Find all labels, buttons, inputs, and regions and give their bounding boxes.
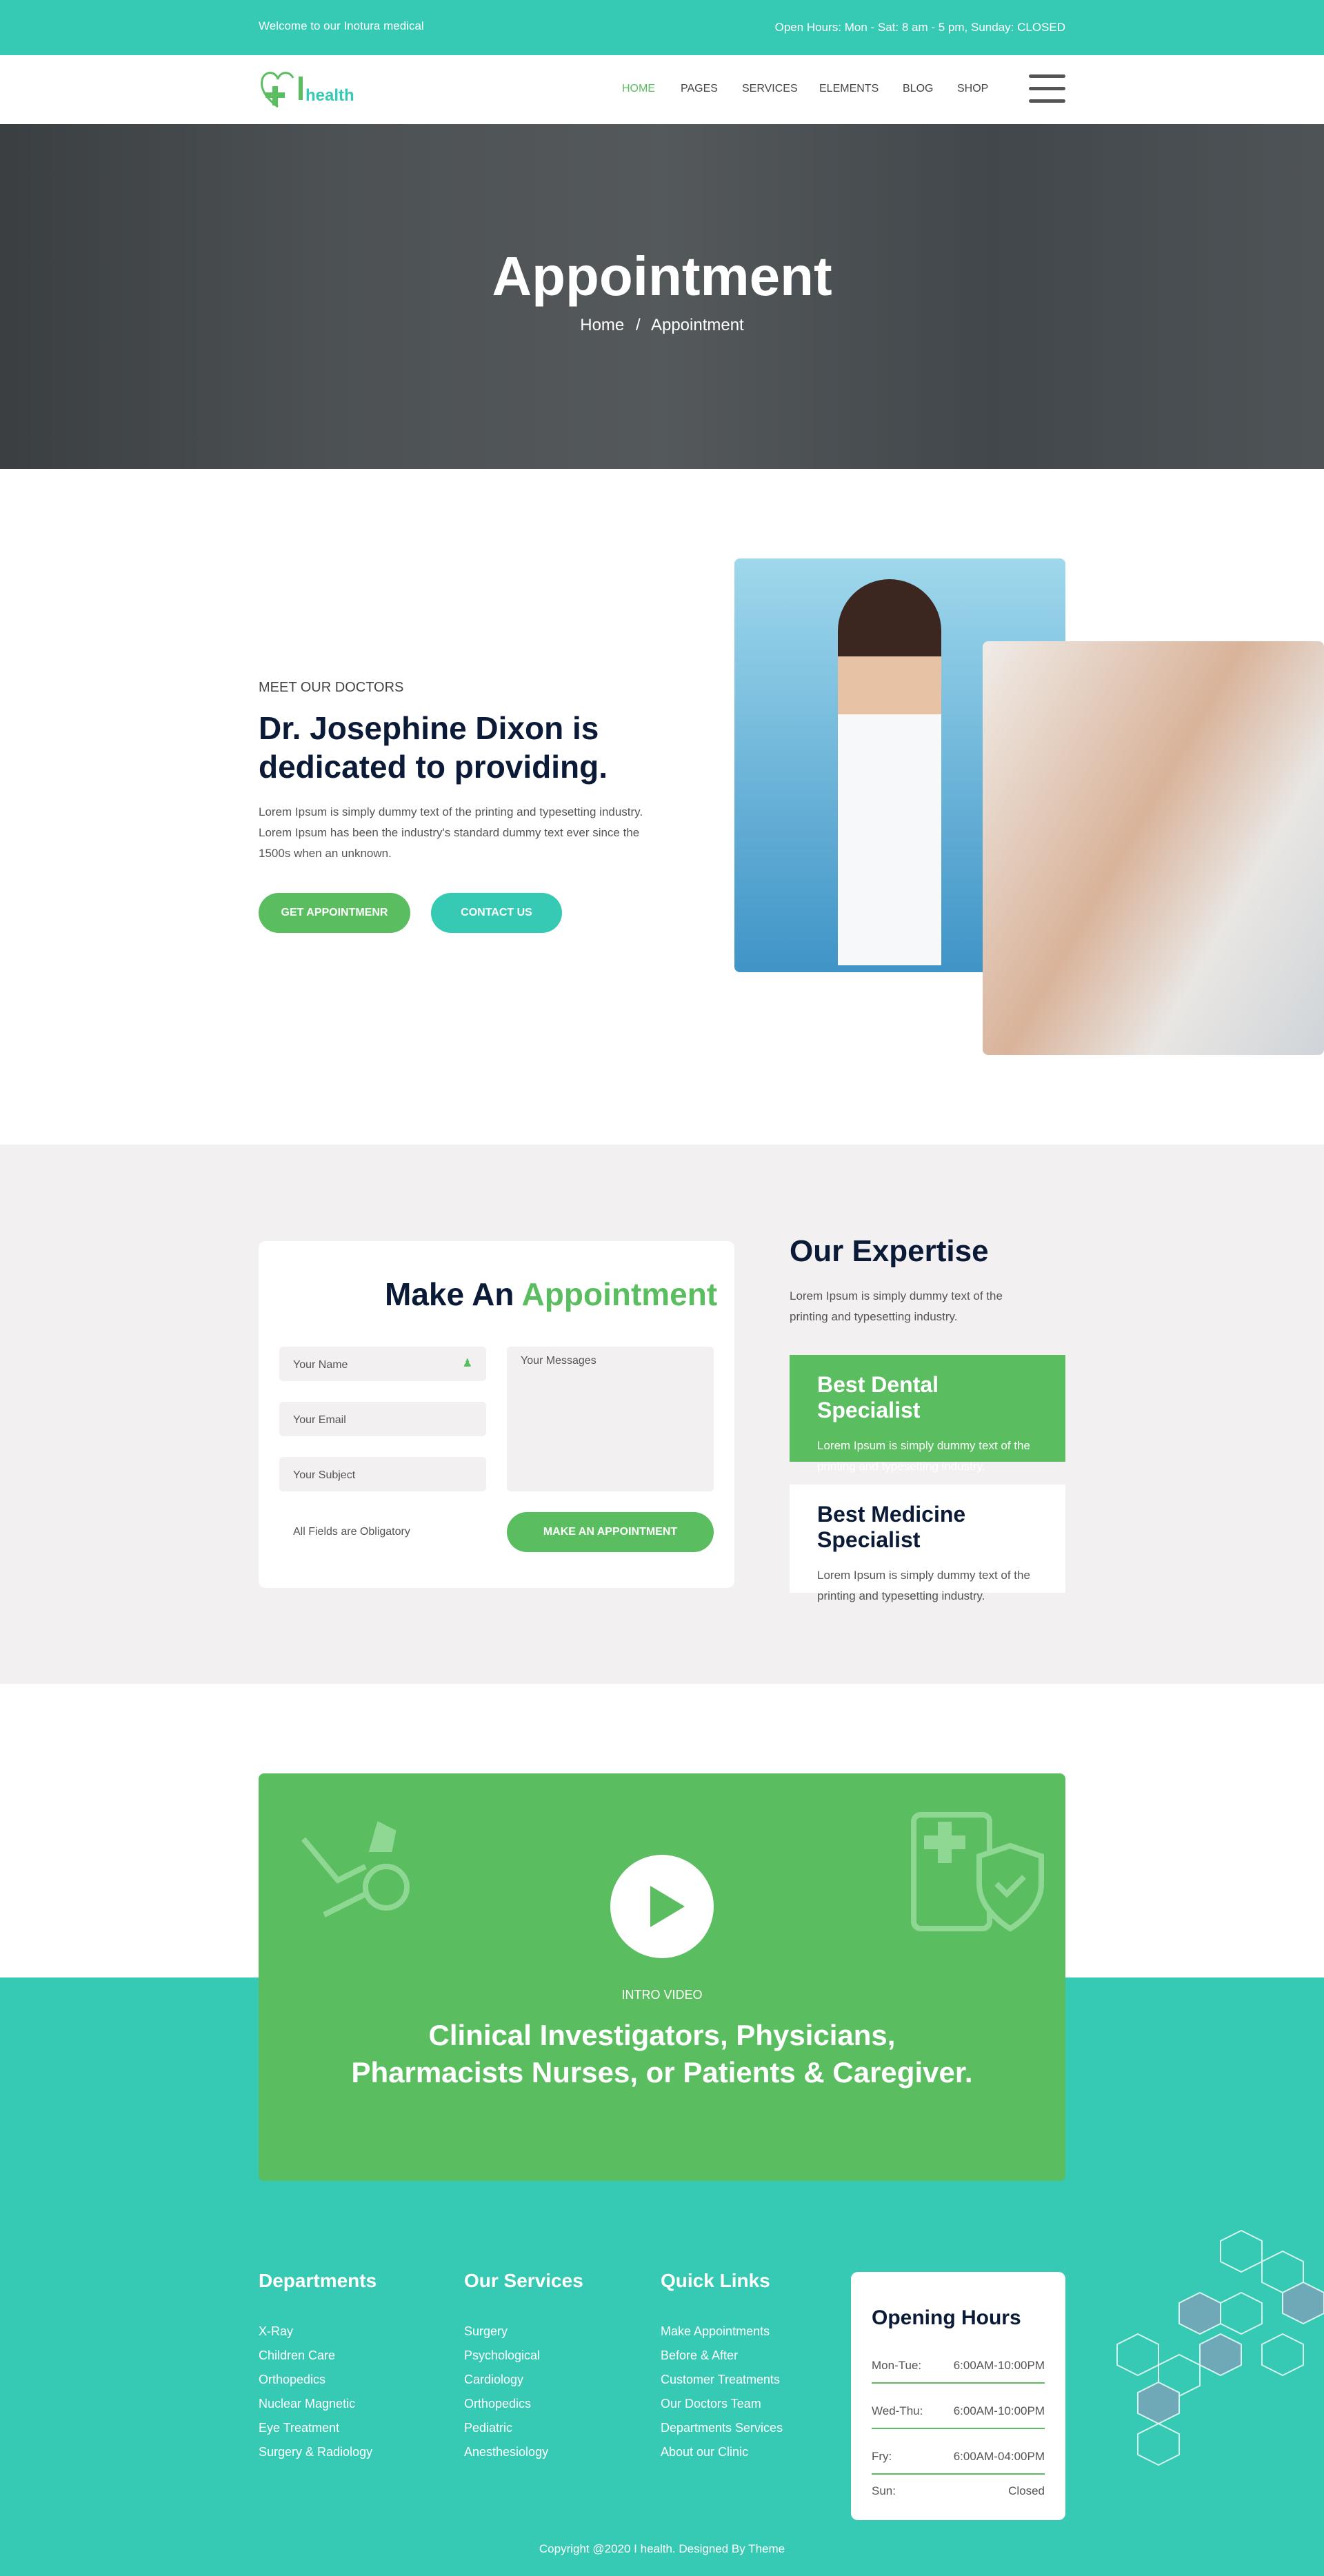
breadcrumb-home[interactable]: Home	[580, 316, 624, 334]
hamburger-menu-icon[interactable]	[1029, 74, 1065, 105]
footer-link[interactable]: Nuclear Magnetic	[259, 2392, 377, 2416]
menu-services[interactable]: SERVICES	[742, 83, 798, 95]
appointment-form: Make An Appointment Your Name ♟ Your Emai…	[259, 1241, 734, 1588]
user-icon: ♟	[462, 1358, 472, 1369]
footer-link[interactable]: Pediatric	[464, 2416, 583, 2440]
subject-input[interactable]: Your Subject	[279, 1457, 486, 1491]
menu-home[interactable]: HOME	[622, 83, 655, 95]
medical-shield-icon	[911, 1812, 1044, 1932]
footer-link[interactable]: Cardiology	[464, 2368, 583, 2392]
doctor-heading: Dr. Josephine Dixon is dedicated to prov…	[259, 710, 608, 785]
footer-link[interactable]: Orthopedics	[259, 2368, 377, 2392]
hours-row: Wed-Thu: 6:00AM-10:00PM	[872, 2384, 1045, 2429]
play-icon	[650, 1886, 685, 1927]
breadcrumb: Home / Appointment	[580, 316, 744, 334]
breadcrumb-current: Appointment	[650, 316, 744, 334]
doctor-description: Lorem Ipsum is simply dummy text of the …	[259, 805, 643, 860]
hexagon-molecule-decoration	[1116, 2229, 1324, 2466]
name-input[interactable]: Your Name ♟	[279, 1347, 486, 1381]
message-textarea[interactable]: Your Messages	[507, 1347, 714, 1491]
menu-pages[interactable]: PAGES	[681, 83, 718, 95]
footer-link[interactable]: Make Appointments	[661, 2320, 783, 2344]
hero-banner: Appointment Home / Appointment	[0, 124, 1324, 469]
hours-row: Sun: Closed	[872, 2484, 1045, 2497]
footer-link[interactable]: Eye Treatment	[259, 2416, 377, 2440]
opening-hours-card: Opening Hours Mon-Tue: 6:00AM-10:00PM Wed…	[851, 2272, 1065, 2520]
heart-cross-icon	[261, 72, 294, 108]
intro-video-label: INTRO VIDEO	[621, 1988, 703, 2002]
footer-link[interactable]: Departments Services	[661, 2416, 783, 2440]
footer-departments: Departments X-Ray Children Care Orthoped…	[259, 2270, 377, 2464]
menu-shop[interactable]: SHOP	[957, 83, 988, 95]
required-note: All Fields are Obligatory	[293, 1526, 410, 1538]
footer-link[interactable]: Surgery & Radiology	[259, 2440, 377, 2464]
section-kicker: MEET OUR DOCTORS	[259, 680, 404, 695]
hours-row: Fry: 6:00AM-04:00PM	[872, 2429, 1045, 2475]
footer-link[interactable]: Before & After	[661, 2344, 783, 2368]
top-bar: Welcome to our Inotura medical Open Hour…	[0, 0, 1324, 55]
footer-link[interactable]: Surgery	[464, 2320, 583, 2344]
intro-video-banner	[259, 1773, 1065, 2181]
expertise-card-medicine[interactable]: Best Medicine Specialist Lorem Ipsum is s…	[790, 1485, 1065, 1602]
logo-i	[299, 77, 303, 100]
open-hours-text: Open Hours: Mon - Sat: 8 am - 5 pm, Sund…	[774, 21, 1065, 34]
logo-text: health	[305, 86, 354, 105]
footer-link[interactable]: About our Clinic	[661, 2440, 783, 2464]
stethoscope-icon	[301, 1821, 410, 1918]
hours-row: Mon-Tue: 6:00AM-10:00PM	[872, 2349, 1045, 2384]
copyright-text: Copyright @2020 I health. Designed By Th…	[539, 2542, 785, 2555]
footer-link[interactable]: Orthopedics	[464, 2392, 583, 2416]
welcome-text: Welcome to our Inotura medical	[259, 19, 424, 32]
footer-link[interactable]: Customer Treatments	[661, 2368, 783, 2392]
footer-link[interactable]: Children Care	[259, 2344, 377, 2368]
contact-us-button[interactable]: CONTACT US	[431, 893, 562, 933]
menu-blog[interactable]: BLOG	[903, 83, 933, 95]
menu-elements[interactable]: ELEMENTS	[819, 83, 879, 95]
footer-link[interactable]: Anesthesiology	[464, 2440, 583, 2464]
get-appointment-button[interactable]: GET APPOINTMENR	[259, 893, 410, 933]
page-title: Appointment	[492, 245, 832, 307]
footer-link[interactable]: Our Doctors Team	[661, 2392, 783, 2416]
footer-link[interactable]: Psychological	[464, 2344, 583, 2368]
expertise-text: Lorem Ipsum is simply dummy text of the …	[790, 1289, 1003, 1323]
expertise-card-dental[interactable]: Best Dental Specialist Lorem Ipsum is sim…	[790, 1355, 1065, 1473]
form-title: Make An Appointment	[385, 1276, 718, 1312]
doctor-patient-photo	[983, 641, 1324, 1055]
footer-services: Our Services Surgery Psychological Cardi…	[464, 2270, 583, 2464]
make-appointment-button[interactable]: MAKE AN APPOINTMENT	[507, 1512, 714, 1552]
email-input[interactable]: Your Email	[279, 1402, 486, 1436]
expertise-title: Our Expertise	[790, 1234, 989, 1268]
footer-link[interactable]: X-Ray	[259, 2320, 377, 2344]
footer-quick-links: Quick Links Make Appointments Before & A…	[661, 2270, 783, 2464]
navbar	[0, 55, 1324, 124]
play-video-button[interactable]	[610, 1855, 714, 1958]
video-headline: Clinical Investigators, Physicians, Pharm…	[351, 2019, 973, 2089]
logo[interactable]: health	[259, 71, 376, 109]
